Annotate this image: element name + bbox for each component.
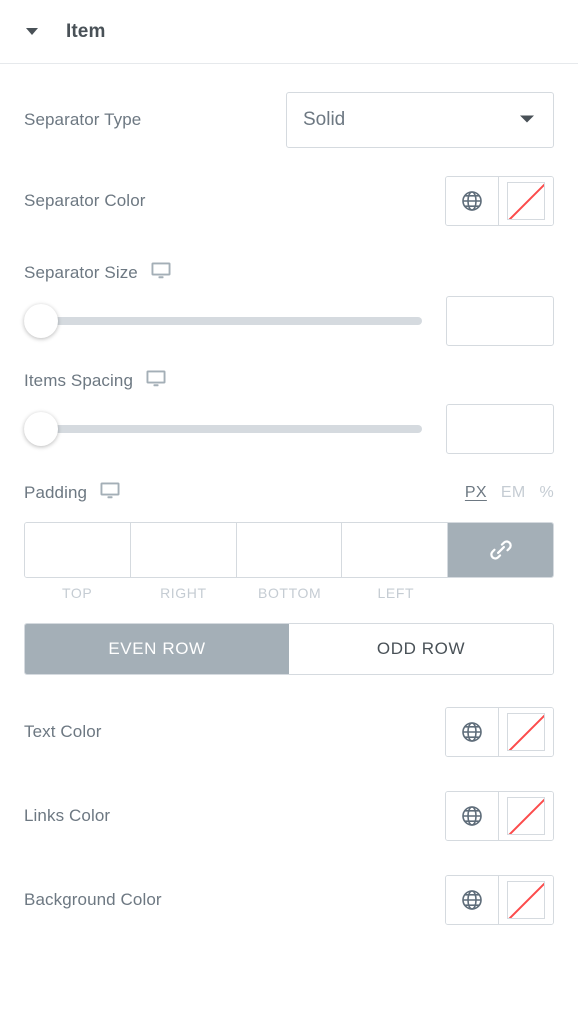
desktop-icon[interactable] — [151, 262, 171, 285]
padding-right-label: RIGHT — [160, 585, 207, 601]
slider-handle[interactable] — [24, 412, 58, 446]
swatch-inner — [507, 713, 545, 751]
items-spacing-slider-row — [0, 404, 578, 454]
padding-unit-selector: PX EM % — [465, 484, 554, 502]
swatch-inner — [507, 797, 545, 835]
padding-bottom-label: BOTTOM — [258, 585, 322, 601]
unit-px[interactable]: PX — [465, 484, 487, 502]
section-header-item[interactable]: Item — [0, 0, 578, 64]
row-separator-size: Separator Size — [0, 256, 578, 290]
separator-color-label: Separator Color — [24, 191, 146, 210]
globe-icon[interactable] — [446, 177, 499, 225]
no-color-swatch[interactable] — [499, 876, 553, 924]
swatch-inner — [507, 881, 545, 919]
row-links-color: Links Color — [0, 791, 578, 841]
padding-label-wrap: Padding — [24, 482, 120, 505]
separator-type-select[interactable]: Solid — [286, 92, 554, 148]
row-background-color: Background Color — [0, 875, 578, 925]
background-color-control[interactable] — [445, 875, 554, 925]
chevron-down-icon — [519, 111, 535, 129]
unit-percent[interactable]: % — [539, 484, 554, 502]
text-color-control[interactable] — [445, 707, 554, 757]
items-spacing-slider[interactable] — [24, 405, 422, 453]
items-spacing-label-wrap: Items Spacing — [24, 370, 166, 393]
no-color-swatch[interactable] — [499, 708, 553, 756]
padding-left-input[interactable] — [342, 523, 448, 577]
separator-size-slider[interactable] — [24, 297, 422, 345]
text-color-label: Text Color — [24, 722, 102, 741]
item-settings-panel: Item Separator Type Solid Separator Colo… — [0, 0, 578, 1010]
padding-left-label: LEFT — [377, 585, 415, 601]
separator-size-label: Separator Size — [24, 263, 138, 282]
row-separator-color: Separator Color — [0, 176, 578, 226]
separator-type-value: Solid — [303, 109, 346, 130]
separator-size-slider-row — [0, 296, 578, 346]
link-icon[interactable] — [448, 523, 553, 577]
row-separator-type: Separator Type Solid — [0, 92, 578, 148]
row-type-tabs: EVEN ROW ODD ROW — [24, 623, 554, 675]
separator-type-label: Separator Type — [24, 110, 142, 129]
separator-color-control[interactable] — [445, 176, 554, 226]
slider-track — [24, 317, 422, 325]
padding-top-label: TOP — [61, 585, 93, 601]
section-title: Item — [66, 20, 106, 42]
links-color-label: Links Color — [24, 806, 111, 825]
separator-size-input[interactable] — [446, 296, 554, 346]
globe-icon[interactable] — [446, 876, 499, 924]
padding-bottom-input[interactable] — [236, 523, 343, 577]
separator-size-label-wrap: Separator Size — [24, 262, 171, 285]
padding-right-input[interactable] — [130, 523, 237, 577]
padding-label: Padding — [24, 483, 88, 502]
caret-down-icon[interactable] — [24, 24, 40, 40]
row-padding: Padding PX EM % — [0, 476, 578, 510]
label-spacer — [449, 585, 554, 601]
slider-handle[interactable] — [24, 304, 58, 338]
items-spacing-input[interactable] — [446, 404, 554, 454]
row-items-spacing: Items Spacing — [0, 364, 578, 398]
tab-even-row[interactable]: EVEN ROW — [25, 624, 289, 674]
desktop-icon[interactable] — [146, 370, 166, 393]
slider-track — [24, 425, 422, 433]
row-text-color: Text Color — [0, 707, 578, 757]
desktop-icon[interactable] — [100, 482, 120, 505]
items-spacing-label: Items Spacing — [24, 371, 134, 390]
globe-icon[interactable] — [446, 708, 499, 756]
tab-odd-row[interactable]: ODD ROW — [289, 624, 553, 674]
background-color-label: Background Color — [24, 890, 162, 909]
padding-top-input[interactable] — [25, 523, 131, 577]
no-color-swatch[interactable] — [499, 792, 553, 840]
swatch-inner — [507, 182, 545, 220]
no-color-swatch[interactable] — [499, 177, 553, 225]
padding-side-labels: TOP RIGHT BOTTOM LEFT — [24, 585, 554, 601]
padding-inputs — [24, 522, 554, 578]
unit-em[interactable]: EM — [501, 484, 526, 502]
globe-icon[interactable] — [446, 792, 499, 840]
links-color-control[interactable] — [445, 791, 554, 841]
